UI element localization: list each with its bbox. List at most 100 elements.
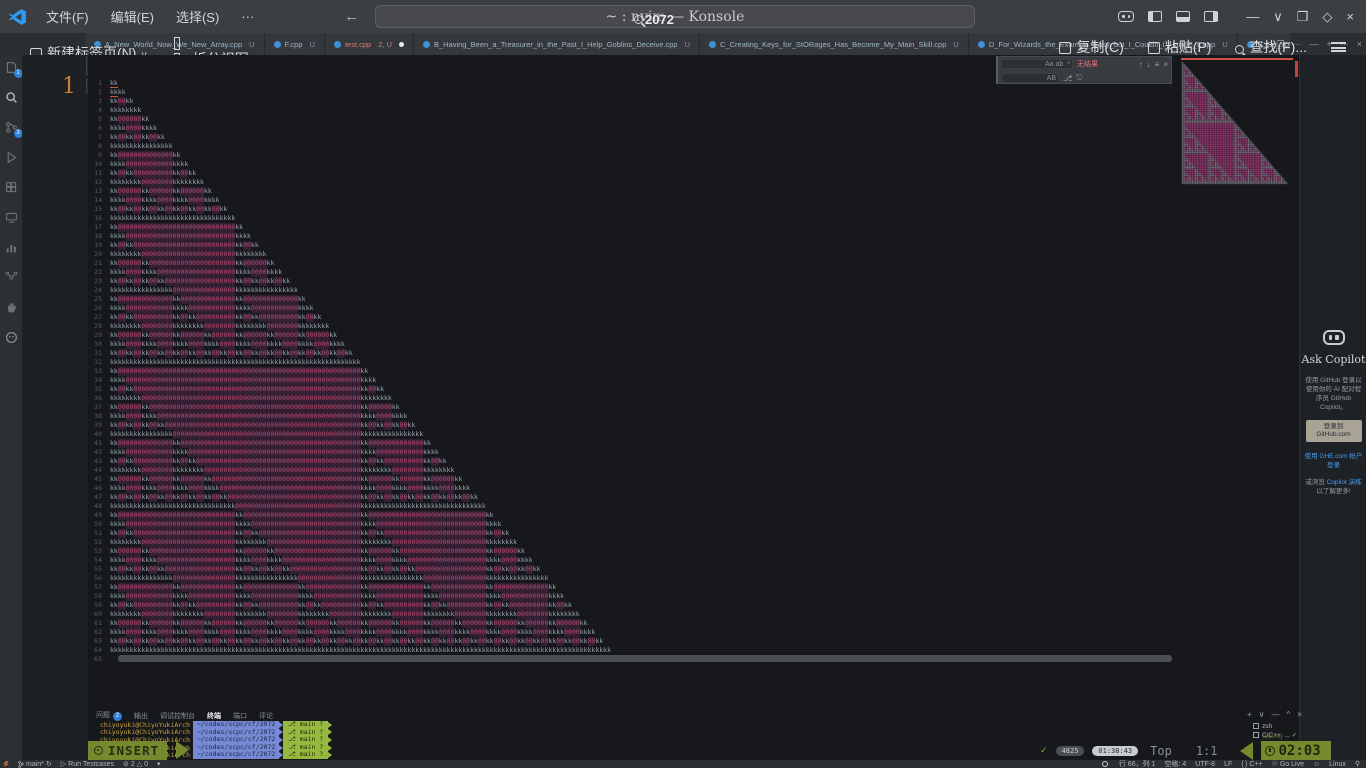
close-group-icon[interactable]: × xyxy=(1357,39,1362,49)
search-view-icon[interactable] xyxy=(5,91,18,104)
chevron-down-icon[interactable]: ∨ xyxy=(1259,710,1265,719)
editor-token: kk xyxy=(118,358,126,367)
layout-secondary-icon[interactable] xyxy=(1204,11,1218,22)
panel-tab-输出[interactable]: 输出 xyxy=(134,711,148,721)
editor-token: 00 xyxy=(337,484,345,493)
editor-token: kk xyxy=(533,646,541,655)
panel-tab-调试控制台[interactable]: 调试控制台 xyxy=(160,711,195,721)
editor-tab[interactable]: B_Having_Been_a_Treasurer_in_the_Past_I_… xyxy=(414,33,700,55)
editor-token: kk xyxy=(110,259,118,268)
copilot-status-icon[interactable]: ☺ xyxy=(1313,761,1320,768)
editor-token: kk xyxy=(454,646,462,655)
test-beaker-icon[interactable]: ▾ xyxy=(157,760,161,768)
menu-edit[interactable]: 编辑(E) xyxy=(100,7,165,26)
editor-token: kk xyxy=(173,457,181,466)
language-item[interactable]: { }C++ xyxy=(1241,761,1262,768)
layout-sidebar-icon[interactable] xyxy=(1148,11,1162,22)
zoom-icon[interactable] xyxy=(1102,761,1108,767)
restore-button[interactable]: ❐ xyxy=(1297,9,1309,25)
menu-selection[interactable]: 选择(S) xyxy=(165,7,230,26)
maximize-diamond-icon[interactable]: ◇ xyxy=(1322,9,1332,25)
editor-token: 00 xyxy=(243,502,251,511)
hamburger-menu-icon[interactable] xyxy=(1331,42,1346,52)
error-icon: ⊘ xyxy=(123,760,129,768)
close-panel-icon[interactable]: × xyxy=(1297,710,1302,719)
editor-token: kk xyxy=(204,196,212,205)
panel-tab-问题[interactable]: 问题2 xyxy=(96,710,122,721)
minimize-button[interactable]: — xyxy=(1246,9,1259,24)
run-debug-icon[interactable] xyxy=(5,151,18,164)
editor-token: 00 xyxy=(141,466,149,475)
editor-tab[interactable]: C_Creating_Keys_for_StORages_Has_Become_… xyxy=(700,33,969,55)
run-testcases-item[interactable]: ▷Run Testcases xyxy=(61,760,114,768)
menu-more[interactable]: ··· xyxy=(230,9,265,24)
remote-indicator-icon[interactable] xyxy=(3,761,9,768)
menu-file[interactable]: 文件(F) xyxy=(35,7,100,26)
editor-token: 00 xyxy=(447,475,455,484)
editor-token: 00 xyxy=(188,511,196,520)
find-button[interactable]: 查找(F)... xyxy=(1235,37,1307,57)
source-control-icon[interactable]: 3 xyxy=(5,121,18,134)
editor-token: 00 xyxy=(212,295,220,304)
problems-item[interactable]: ⊘2 △0 xyxy=(123,760,148,768)
editor-token: kk xyxy=(204,214,212,223)
paste-button[interactable]: 粘贴(P) xyxy=(1148,37,1212,57)
horizontal-scrollbar[interactable] xyxy=(118,655,1172,662)
close-icon[interactable]: × xyxy=(1163,60,1168,69)
find-input[interactable]: Aa ab .* xyxy=(1001,59,1073,69)
editor-token: 00 xyxy=(423,574,431,583)
replace-one-icon[interactable]: ⎇ xyxy=(1063,74,1072,83)
ghe-signin-link[interactable]: 使用 GHE.com 帐户登录 xyxy=(1300,452,1366,470)
terminal-list-item[interactable]: zsh xyxy=(1253,722,1297,731)
editor-tab[interactable]: F.cppU xyxy=(265,33,325,55)
indentation-item[interactable]: 空格: 4 xyxy=(1164,759,1186,768)
remote-explorer-icon[interactable] xyxy=(5,211,18,224)
maximize-panel-icon[interactable]: ^ xyxy=(1287,710,1291,719)
chart-view-icon[interactable] xyxy=(5,241,18,254)
editor-token: kk xyxy=(235,295,243,304)
walkthrough-link[interactable]: Copilot 演练 xyxy=(1327,479,1362,486)
panel-tab-端口[interactable]: 端口 xyxy=(233,711,247,721)
prev-match-icon[interactable]: ↑ xyxy=(1139,60,1143,69)
editor-token: 00 xyxy=(353,421,361,430)
replace-all-icon[interactable]: ⎋ xyxy=(1076,73,1082,83)
copy-button[interactable]: 复制(C) xyxy=(1059,37,1123,57)
replace-input[interactable]: AB xyxy=(1001,73,1059,83)
panel-tab-评论[interactable]: 评论 xyxy=(259,711,273,721)
cursor-position-item[interactable]: 行 66，列 1 xyxy=(1119,759,1156,768)
editor-token: 00 xyxy=(259,277,267,286)
eol-item[interactable]: LF xyxy=(1224,761,1232,768)
editor-tab[interactable]: test.cpp2, U xyxy=(325,33,414,55)
close-button[interactable]: × xyxy=(1346,9,1354,24)
chevron-down-icon[interactable]: ∨ xyxy=(1273,9,1283,25)
extensions-icon[interactable] xyxy=(5,181,18,194)
editor-token: 00 xyxy=(149,376,157,385)
panel-tab-终端[interactable]: 终端 xyxy=(207,711,221,721)
new-terminal-icon[interactable]: + xyxy=(1247,710,1252,719)
find-in-selection-icon[interactable]: ≡ xyxy=(1155,60,1160,69)
next-match-icon[interactable]: ↓ xyxy=(1147,60,1151,69)
editor-token: 00 xyxy=(337,520,345,529)
go-live-item[interactable]: ☉Go Live xyxy=(1272,760,1304,768)
editor-token: 00 xyxy=(533,592,541,601)
layout-panel-icon[interactable] xyxy=(1176,11,1190,22)
github-signin-button[interactable]: 登录到 GitHub.com xyxy=(1306,420,1362,442)
editor-token: 00 xyxy=(470,583,478,592)
command-center[interactable]: ~ : nvim — Konsole 2072 xyxy=(375,5,975,28)
editor-token: 00 xyxy=(157,556,165,565)
line-number: 37 xyxy=(88,403,110,412)
github-icon[interactable] xyxy=(5,331,18,344)
minimap[interactable] xyxy=(1181,61,1293,187)
editor-token: 00 xyxy=(118,115,126,124)
remote-os-item[interactable]: Linux xyxy=(1329,761,1346,768)
ports-icon[interactable] xyxy=(5,271,18,284)
git-branch-item[interactable]: main* ↻ xyxy=(18,760,52,768)
copilot-icon[interactable] xyxy=(1118,11,1134,22)
hand-tool-icon[interactable] xyxy=(5,301,18,314)
nvim-buffer[interactable]: 1kk2kk kk3kk 00 kk4kk kk kk kk5kk 00 00 … xyxy=(88,55,1299,710)
encoding-item[interactable]: UTF-8 xyxy=(1195,761,1215,768)
nav-back-icon[interactable]: ← xyxy=(335,8,368,25)
bell-icon[interactable]: ⚲ xyxy=(1355,760,1360,768)
explorer-icon[interactable]: 1 xyxy=(5,61,18,74)
editor-token: kk xyxy=(454,475,462,484)
